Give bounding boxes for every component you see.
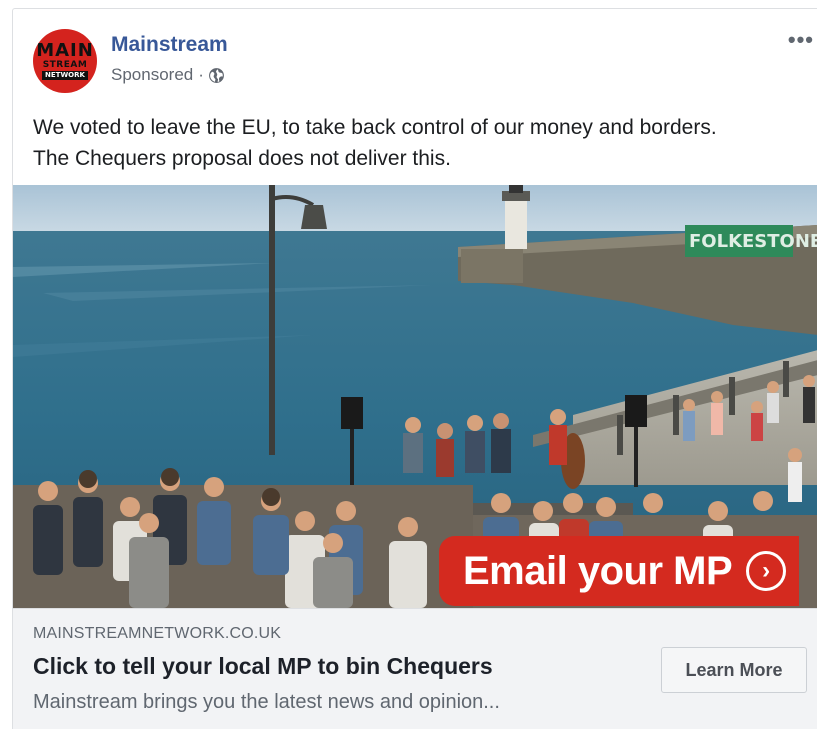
avatar-text-main: MAIN (36, 40, 94, 61)
globe-icon[interactable] (208, 67, 225, 84)
avatar-text-network: NETWORK (42, 71, 88, 80)
ad-image[interactable]: FOLKESTONE Email your MP › (13, 185, 817, 608)
more-options-icon[interactable]: ••• (788, 27, 814, 53)
link-title[interactable]: Click to tell your local MP to bin Chequ… (33, 653, 493, 680)
post-meta: Sponsored · (111, 65, 225, 85)
avatar-text-stream: STREAM (42, 60, 88, 70)
cta-banner-text: Email your MP (463, 548, 733, 593)
page-avatar[interactable]: MAIN STREAM NETWORK (33, 29, 97, 93)
sponsored-label[interactable]: Sponsored (111, 65, 193, 85)
link-description: Mainstream brings you the latest news an… (33, 691, 500, 713)
post-message: We voted to leave the EU, to take back c… (33, 112, 817, 174)
page-name-link[interactable]: Mainstream (111, 33, 228, 57)
sponsored-post: MAIN STREAM NETWORK Mainstream Sponsored… (12, 8, 817, 729)
learn-more-button[interactable]: Learn More (661, 647, 807, 693)
post-message-line-1: We voted to leave the EU, to take back c… (33, 116, 717, 139)
post-message-line-2: The Chequers proposal does not deliver t… (33, 147, 451, 170)
chevron-right-circle-icon: › (746, 551, 787, 591)
meta-separator: · (198, 65, 204, 84)
link-preview[interactable]: MAINSTREAMNETWORK.CO.UK Click to tell yo… (13, 608, 817, 729)
email-your-mp-banner[interactable]: Email your MP › (439, 536, 799, 606)
post-header: MAIN STREAM NETWORK Mainstream Sponsored… (13, 9, 817, 109)
sign-text: FOLKESTONE (689, 231, 817, 252)
link-domain: MAINSTREAMNETWORK.CO.UK (33, 625, 282, 642)
